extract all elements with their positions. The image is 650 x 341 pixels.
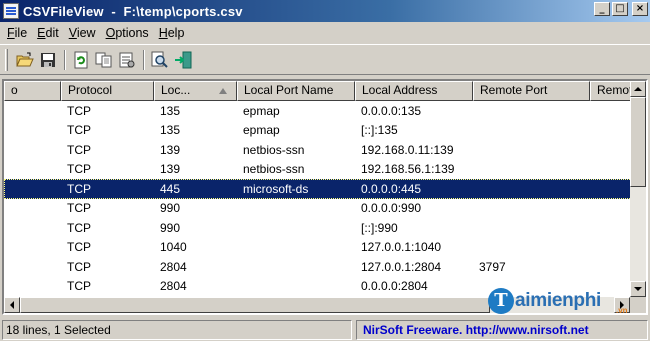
minimize-button[interactable]: _ bbox=[594, 2, 610, 16]
column-header-cell[interactable]: o bbox=[4, 81, 61, 101]
logo-letter: T bbox=[488, 288, 514, 314]
refresh-icon[interactable] bbox=[70, 49, 92, 71]
cell-protocol: TCP bbox=[67, 181, 91, 196]
table-row[interactable]: TCP 990 [::]:990 bbox=[4, 218, 646, 238]
title-bar[interactable]: CSVFileView - F:\temp\cports.csv _ □ × bbox=[0, 0, 650, 22]
table-row[interactable]: TCP 139 netbios-ssn 192.168.56.1:139 bbox=[4, 160, 646, 180]
save-icon[interactable] bbox=[37, 49, 59, 71]
logo-text: aimienphi bbox=[515, 290, 601, 311]
cell-local-port: 1040 bbox=[160, 240, 187, 255]
menu-view[interactable]: View bbox=[64, 26, 101, 40]
nirsoft-link[interactable]: NirSoft Freeware. http://www.nirsoft.net bbox=[356, 320, 648, 340]
window-title: CSVFileView - F:\temp\cports.csv bbox=[23, 3, 243, 19]
cell-local-port: 445 bbox=[160, 181, 181, 196]
exit-icon[interactable] bbox=[172, 49, 194, 71]
window-controls: _ □ × bbox=[594, 2, 648, 16]
menu-edit[interactable]: Edit bbox=[32, 26, 64, 40]
cell-local-address: 0.0.0.0:445 bbox=[361, 181, 422, 196]
table-row[interactable]: TCP 139 netbios-ssn 192.168.0.11:139 bbox=[4, 140, 646, 160]
cell-protocol: TCP bbox=[67, 123, 91, 138]
table-row[interactable]: TCP 2804 127.0.0.1:2804 3797 bbox=[4, 257, 646, 277]
column-header-remote-port[interactable]: Remote Port bbox=[473, 81, 590, 101]
cell-remote-port: 3797 bbox=[479, 259, 506, 274]
taimienphi-logo: T aimienphi .vn bbox=[488, 284, 648, 318]
logo-suffix: .vn bbox=[616, 306, 628, 315]
cell-protocol: TCP bbox=[67, 279, 91, 294]
column-header-label: Loc... bbox=[161, 83, 191, 97]
table-row[interactable]: TCP 1040 127.0.0.1:1040 bbox=[4, 238, 646, 258]
cell-local-port: 990 bbox=[160, 220, 181, 235]
toolbar bbox=[0, 44, 650, 75]
menu-bar: File Edit View Options Help bbox=[0, 22, 650, 43]
cell-local-port-name: microsoft-ds bbox=[243, 181, 309, 196]
menu-options[interactable]: Options bbox=[101, 26, 154, 40]
table-row[interactable]: TCP 990 0.0.0.0:990 bbox=[4, 199, 646, 219]
table-row[interactable]: TCP 445 microsoft-ds 0.0.0.0:445 bbox=[4, 179, 646, 199]
cell-local-port: 990 bbox=[160, 201, 181, 216]
cell-protocol: TCP bbox=[67, 259, 91, 274]
rows-container: TCP 135 epmap 0.0.0.0:135 TCP 135 epmap [::]:13… bbox=[4, 101, 646, 296]
status-line-count: 18 lines, 1 Selected bbox=[2, 320, 352, 340]
column-header-protocol[interactable]: Protocol bbox=[61, 81, 154, 101]
menu-help[interactable]: Help bbox=[154, 26, 190, 40]
cell-local-port: 2804 bbox=[160, 259, 187, 274]
cell-local-address: 0.0.0.0:990 bbox=[361, 201, 422, 216]
close-button[interactable]: × bbox=[632, 2, 648, 16]
scroll-left-button[interactable] bbox=[4, 297, 20, 313]
sort-ascending-icon bbox=[219, 88, 227, 94]
vertical-scroll-thumb[interactable] bbox=[630, 97, 646, 187]
app-icon bbox=[3, 3, 19, 19]
cell-protocol: TCP bbox=[67, 162, 91, 177]
table-row[interactable]: TCP 135 epmap [::]:135 bbox=[4, 121, 646, 141]
cell-protocol: TCP bbox=[67, 220, 91, 235]
cell-protocol: TCP bbox=[67, 103, 91, 118]
column-header-local-address[interactable]: Local Address bbox=[355, 81, 473, 101]
column-header: o Protocol Loc... Local Port Name Local … bbox=[4, 81, 646, 101]
cell-local-port: 139 bbox=[160, 162, 181, 177]
cell-local-port-name: epmap bbox=[243, 103, 280, 118]
cell-protocol: TCP bbox=[67, 142, 91, 157]
cell-local-address: 0.0.0.0:135 bbox=[361, 103, 422, 118]
cell-protocol: TCP bbox=[67, 201, 91, 216]
horizontal-scroll-thumb[interactable] bbox=[20, 297, 490, 313]
cell-local-address: [::]:990 bbox=[361, 220, 398, 235]
copy-icon[interactable] bbox=[93, 49, 115, 71]
arrow-up-icon bbox=[634, 87, 642, 91]
cell-local-address: 192.168.56.1:139 bbox=[361, 162, 455, 177]
results-list[interactable]: o Protocol Loc... Local Port Name Local … bbox=[2, 79, 648, 315]
cell-local-port-name: epmap bbox=[243, 123, 280, 138]
arrow-left-icon bbox=[10, 301, 14, 309]
find-icon[interactable] bbox=[149, 49, 171, 71]
column-header-local-port[interactable]: Loc... bbox=[154, 81, 237, 101]
cell-local-address: [::]:135 bbox=[361, 123, 398, 138]
menu-file[interactable]: File bbox=[2, 26, 32, 40]
cell-local-port: 135 bbox=[160, 123, 181, 138]
open-folder-icon[interactable] bbox=[14, 49, 36, 71]
cell-protocol: TCP bbox=[67, 240, 91, 255]
cell-local-port: 2804 bbox=[160, 279, 187, 294]
cell-local-address: 127.0.0.1:1040 bbox=[361, 240, 442, 255]
toolbar-grip[interactable] bbox=[5, 48, 8, 71]
cell-local-port-name: netbios-ssn bbox=[243, 162, 305, 177]
cell-local-port: 135 bbox=[160, 103, 181, 118]
vertical-scrollbar[interactable] bbox=[630, 81, 646, 297]
cell-local-address: 192.168.0.11:139 bbox=[361, 142, 454, 157]
table-row[interactable]: TCP 135 epmap 0.0.0.0:135 bbox=[4, 101, 646, 121]
toolbar-separator bbox=[64, 49, 66, 70]
cell-local-port-name: netbios-ssn bbox=[243, 142, 305, 157]
cell-local-port: 139 bbox=[160, 142, 181, 157]
maximize-button[interactable]: □ bbox=[612, 2, 628, 16]
status-bar: 18 lines, 1 Selected NirSoft Freeware. h… bbox=[0, 318, 650, 341]
cell-local-address: 0.0.0.0:2804 bbox=[361, 279, 428, 294]
scroll-up-button[interactable] bbox=[630, 81, 646, 97]
toolbar-separator bbox=[143, 49, 145, 70]
column-header-local-port-name[interactable]: Local Port Name bbox=[237, 81, 355, 101]
properties-icon[interactable] bbox=[116, 49, 138, 71]
cell-local-address: 127.0.0.1:2804 bbox=[361, 259, 442, 274]
